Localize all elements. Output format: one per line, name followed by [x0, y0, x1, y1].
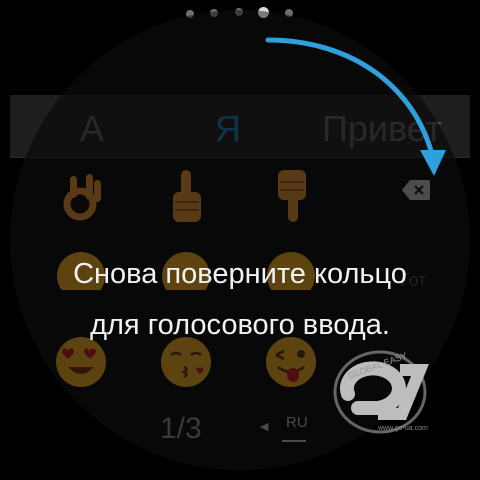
left-triangle-icon[interactable]: ◀ — [260, 420, 268, 433]
language-underline — [282, 440, 306, 442]
hint-line-1: Снова поверните кольцо — [73, 258, 407, 290]
language-code[interactable]: RU — [286, 414, 308, 431]
watermark-logo: GLOBAL EASY www.ge-ua.com — [333, 350, 429, 434]
emoji-page-indicator: 1/3 — [160, 412, 202, 445]
svg-text:www.ge-ua.com: www.ge-ua.com — [377, 425, 428, 432]
